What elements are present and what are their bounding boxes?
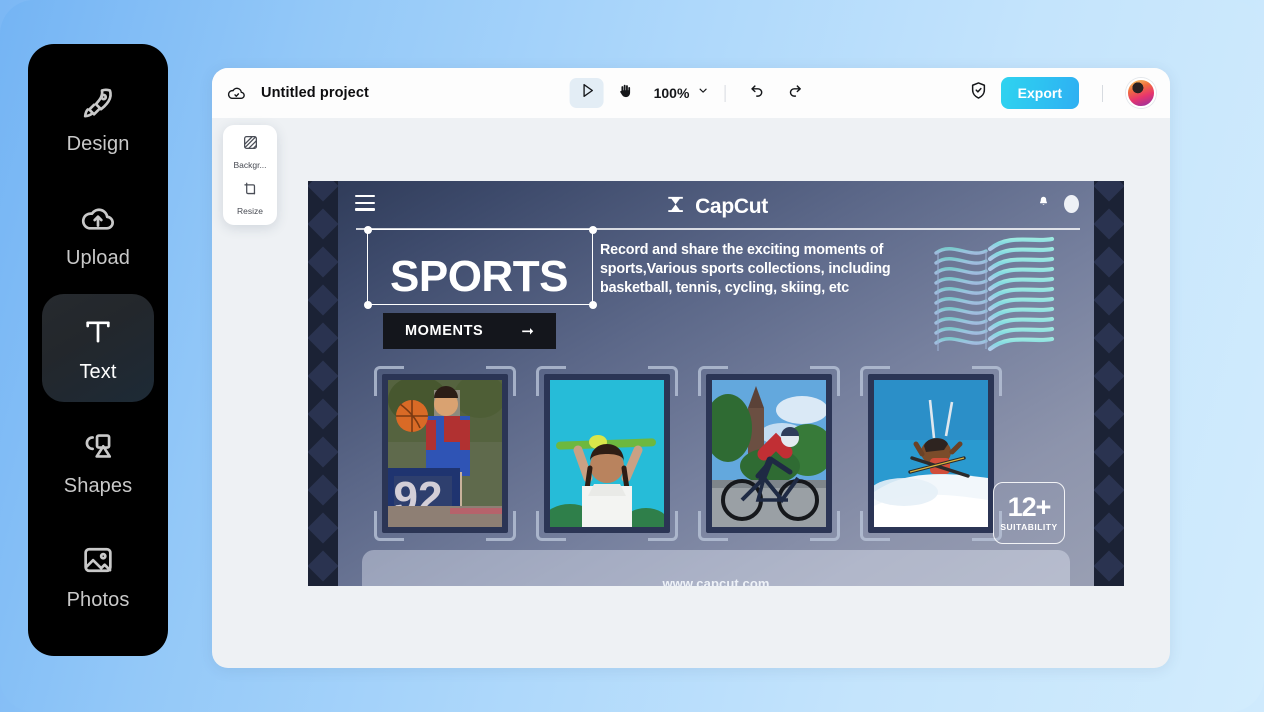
sidebar-item-label: Photos (67, 589, 130, 612)
resize-tool-label: Resize (237, 206, 263, 216)
canvas-header-actions (1037, 195, 1079, 213)
toolbar-center-group: 100% (570, 78, 813, 108)
sidebar-item-label: Shapes (64, 475, 132, 498)
shield-check-icon[interactable] (968, 80, 989, 106)
canvas-tools-panel: Backgr... Resize (223, 125, 277, 225)
upload-cloud-icon (79, 199, 117, 237)
capcut-logo-icon (664, 193, 687, 221)
sidebar-item-label: Design (67, 133, 130, 156)
basketball-photo: 92 (388, 380, 502, 527)
sidebar-item-label: Upload (66, 247, 130, 270)
status-badge: 12+ SUITABILITY (993, 482, 1065, 544)
cursor-select-icon (577, 81, 596, 105)
hand-pan-icon (615, 81, 634, 105)
zoom-level-label: 100% (654, 85, 690, 101)
resize-tool-button[interactable]: Resize (223, 179, 277, 216)
redo-arrow-icon (786, 81, 805, 105)
canvas-left-edge-pattern (308, 181, 338, 586)
toolbar-left-group: Untitled project (226, 83, 369, 104)
sidebar: Design Upload Text (28, 44, 168, 656)
resize-crop-icon (241, 179, 260, 203)
editor-window: Untitled project (212, 68, 1170, 668)
footer-url-label: www.capcut.com (662, 576, 769, 586)
canvas-content: CapCut SPORTS (338, 181, 1094, 586)
canvas-description[interactable]: Record and share the exciting moments of… (600, 241, 926, 298)
project-title[interactable]: Untitled project (261, 85, 369, 101)
photo-mat (544, 374, 670, 533)
capcut-brand-name: CapCut (695, 195, 768, 219)
canvas-headline[interactable]: SPORTS (376, 241, 580, 317)
notification-bell-icon[interactable] (1037, 195, 1050, 213)
photo-mat (868, 374, 994, 533)
sidebar-item-upload[interactable]: Upload (42, 180, 154, 288)
photo-card-basketball[interactable]: 92 (374, 366, 516, 541)
redo-button[interactable] (778, 78, 812, 108)
design-canvas[interactable]: CapCut SPORTS (308, 181, 1124, 586)
cloud-save-icon[interactable] (226, 83, 247, 104)
sidebar-item-shapes[interactable]: Shapes (42, 408, 154, 516)
toolbar-divider (724, 85, 725, 102)
undo-button[interactable] (740, 78, 774, 108)
canvas-footer: www.capcut.com (362, 550, 1070, 586)
tennis-photo (550, 380, 664, 527)
wave-stripes-graphic (924, 229, 1064, 359)
arrow-right-icon: ➞ (521, 322, 534, 340)
canvas-user-avatar[interactable] (1064, 195, 1079, 213)
sidebar-item-text[interactable]: Text (42, 294, 154, 402)
moments-cta-label: MOMENTS (405, 323, 483, 339)
selection-handle-bottom-left[interactable] (364, 301, 372, 309)
photos-image-icon (79, 541, 117, 579)
hand-tool-button[interactable] (608, 78, 642, 108)
zoom-control[interactable]: 100% (654, 84, 710, 102)
background-pattern-icon (241, 133, 260, 157)
capcut-brand: CapCut (664, 193, 768, 221)
background-tool-button[interactable]: Backgr... (223, 133, 277, 170)
hamburger-menu-icon[interactable] (355, 195, 375, 215)
design-rocket-icon (79, 85, 117, 123)
cycling-photo (712, 380, 826, 527)
canvas-right-edge-pattern (1094, 181, 1124, 586)
editor-toolbar: Untitled project (212, 68, 1170, 118)
sidebar-item-design[interactable]: Design (42, 66, 154, 174)
chevron-down-icon (696, 84, 709, 102)
canvas-header: CapCut (338, 181, 1094, 229)
avatar[interactable] (1126, 78, 1156, 108)
photo-mat (706, 374, 832, 533)
select-tool-button[interactable] (570, 78, 604, 108)
undo-arrow-icon (748, 81, 767, 105)
photo-card-cycling[interactable] (698, 366, 840, 541)
sidebar-item-photos[interactable]: Photos (42, 522, 154, 630)
selection-handle-bottom-right[interactable] (589, 301, 597, 309)
background-tool-label: Backgr... (233, 160, 266, 170)
photo-gallery: 92 (374, 366, 1002, 541)
moments-cta-button[interactable]: MOMENTS ➞ (383, 313, 556, 349)
photo-card-tennis[interactable] (536, 366, 678, 541)
skiing-photo (874, 380, 988, 527)
export-button[interactable]: Export (1001, 77, 1079, 109)
app-shell: Design Upload Text (0, 0, 1264, 712)
photo-mat: 92 (382, 374, 508, 533)
toolbar-right-group: Export (968, 77, 1156, 109)
shapes-icon (79, 427, 117, 465)
badge-caption-label: SUITABILITY (1000, 522, 1057, 532)
badge-age-label: 12+ (1008, 494, 1051, 521)
text-t-icon (79, 313, 117, 351)
toolbar-divider-right (1102, 85, 1103, 102)
photo-card-skiing[interactable] (860, 366, 1002, 541)
sidebar-item-label: Text (79, 361, 116, 384)
